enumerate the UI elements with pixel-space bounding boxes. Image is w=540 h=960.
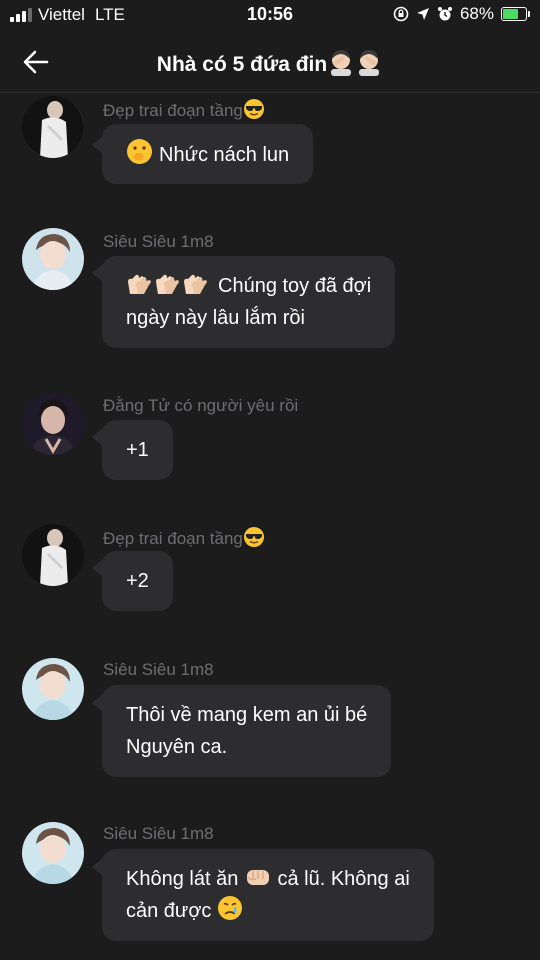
message-text: cả lũ. Không ai	[277, 868, 410, 890]
clapping-hands-icon	[128, 274, 151, 294]
status-bar: Viettel LTE 10:56 68%	[0, 0, 540, 30]
sender-name: Đẹp trai đoạn tầng	[103, 526, 265, 549]
avatar[interactable]	[22, 96, 84, 158]
message-text: +2	[126, 570, 149, 592]
message-text: Thôi về mang kem an ủi bé	[126, 704, 368, 726]
message-bubble[interactable]: +2	[102, 551, 173, 611]
message-bubble[interactable]: Chúng toy đã đợi ngày này lâu lắm rồi	[102, 256, 396, 348]
message-bubble[interactable]: Không lát ăn cả lũ. Không ai cản được	[102, 849, 434, 941]
avatar[interactable]	[22, 393, 84, 455]
message-text: cản được	[126, 900, 212, 922]
avatar[interactable]	[22, 524, 84, 586]
clapping-hands-icon	[184, 274, 207, 294]
sender-name-text: Đẹp trai đoạn tầng	[103, 529, 243, 548]
avatar[interactable]	[22, 658, 84, 720]
sender-name: Đằng Tử có người yêu rồi	[103, 396, 299, 415]
message-text: Chúng toy đã đợi	[218, 275, 372, 297]
avatar[interactable]	[22, 822, 84, 884]
fist-icon	[246, 870, 269, 885]
sender-name: Siêu Siêu 1m8	[103, 824, 214, 843]
message-bubble[interactable]: +1	[102, 420, 173, 480]
avatar[interactable]	[22, 228, 84, 290]
sunglasses-face-icon	[243, 527, 264, 547]
alarm-clock-icon	[437, 7, 452, 21]
location-arrow-icon	[416, 8, 429, 20]
facepalm-emoji-icon	[359, 50, 380, 76]
sender-name: Siêu Siêu 1m8	[103, 660, 214, 679]
message-bubble[interactable]: Nhức nách lun	[102, 124, 314, 184]
message-text: Nhức nách lun	[159, 144, 290, 166]
message-bubble[interactable]: Thôi về mang kem an ủi bé Nguyên ca.	[102, 685, 392, 777]
message-text: Không lát ăn	[126, 868, 239, 890]
chat-header: Nhà có 5 đứa đin	[0, 30, 540, 93]
sender-name-text: Đẹp trai đoạn tầng	[103, 101, 243, 120]
message-text: ngày này lâu lắm rồi	[126, 307, 305, 329]
clapping-hands-icon	[156, 274, 179, 294]
facepalm-emoji-icon	[331, 50, 352, 76]
battery-percentage: 68%	[459, 4, 494, 23]
sender-name: Siêu Siêu 1m8	[103, 232, 214, 251]
chat-title[interactable]: Nhà có 5 đứa đin	[0, 48, 540, 77]
screen-rotation-lock-icon	[393, 6, 409, 22]
message-text: +1	[126, 439, 149, 461]
battery-icon	[501, 7, 530, 21]
chat-title-text: Nhà có 5 đứa đin	[156, 53, 328, 76]
crying-face-icon	[218, 896, 242, 920]
sender-name: Đẹp trai đoạn tầng	[103, 98, 265, 121]
message-list[interactable]: Đẹp trai đoạn tầng Nhức nách lun Siêu Si…	[0, 94, 540, 960]
sunglasses-face-icon	[243, 99, 264, 119]
message-text: Nguyên ca.	[126, 736, 228, 758]
status-icons: 68%	[393, 4, 530, 24]
hand-over-mouth-face-icon	[127, 139, 152, 164]
